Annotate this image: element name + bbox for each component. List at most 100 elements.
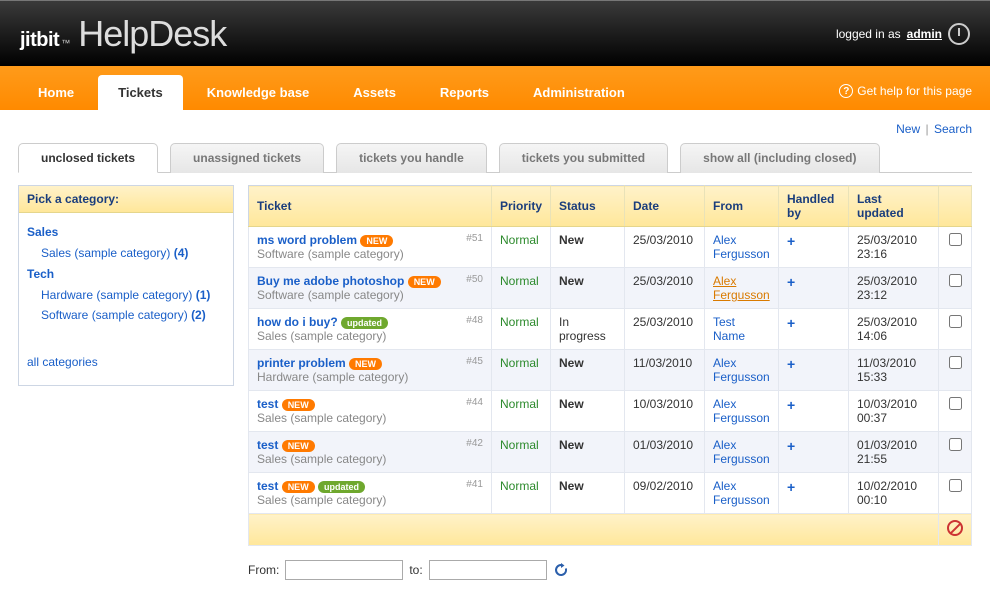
ticket-category: Sales (sample category) [257,493,386,507]
subtab-tickets-you-handle[interactable]: tickets you handle [336,143,487,173]
last-updated: 11/03/201015:33 [849,350,939,391]
brand: jitbit™ HelpDesk [20,13,226,55]
login-user-link[interactable]: admin [907,27,942,41]
subcategory[interactable]: Hardware (sample category) (1) [27,285,225,305]
main-tab-knowledge-base[interactable]: Knowledge base [187,75,330,110]
date: 09/02/2010 [625,473,705,514]
subcategory[interactable]: Sales (sample category) (4) [27,243,225,263]
priority: Normal [500,233,539,247]
col-priority[interactable]: Priority [491,186,550,227]
tickets-table: Ticket Priority Status Date From Handled… [248,185,972,546]
logout-icon[interactable] [948,23,970,45]
login-area: logged in as admin [836,23,970,45]
priority: Normal [500,397,539,411]
new-link[interactable]: New [896,122,920,136]
date: 11/03/2010 [625,350,705,391]
main-tab-assets[interactable]: Assets [333,75,416,110]
date-to-input[interactable] [429,560,547,580]
col-updated[interactable]: Last updated [849,186,939,227]
ticket-title-link[interactable]: test [257,397,278,411]
assign-button[interactable]: + [787,438,795,454]
ticket-title-link[interactable]: test [257,438,278,452]
help-label: Get help for this page [857,84,972,98]
subtab-show-all-including-closed-[interactable]: show all (including closed) [680,143,879,173]
ticket-category: Software (sample category) [257,288,404,302]
priority: Normal [500,356,539,370]
date-filter: From: to: [248,560,972,580]
ticket-category: Sales (sample category) [257,329,386,343]
from-link[interactable]: Test Name [713,315,745,343]
search-link[interactable]: Search [934,122,972,136]
help-link[interactable]: ? Get help for this page [839,84,972,110]
ticket-id: #48 [466,315,483,326]
top-links: New | Search [18,118,972,142]
ticket-id: #41 [466,479,483,490]
table-row: #51ms word problem NEWSoftware (sample c… [249,227,972,268]
table-row: #42test NEWSales (sample category)Normal… [249,432,972,473]
ticket-title-link[interactable]: how do i buy? [257,315,338,329]
tickets-table-wrap: Ticket Priority Status Date From Handled… [248,185,972,580]
category-sales[interactable]: Sales [27,221,225,243]
date: 01/03/2010 [625,432,705,473]
date: 25/03/2010 [625,227,705,268]
col-handled[interactable]: Handled by [779,186,849,227]
col-status[interactable]: Status [551,186,625,227]
forbid-icon[interactable] [947,520,963,536]
from-link[interactable]: Alex Fergusson [713,274,770,302]
subtab-unassigned-tickets[interactable]: unassigned tickets [170,143,324,173]
subtabs: unclosed tickets unassigned tickets ticket… [18,142,972,173]
assign-button[interactable]: + [787,315,795,331]
ticket-title-link[interactable]: Buy me adobe photoshop [257,274,404,288]
assign-button[interactable]: + [787,397,795,413]
ticket-title-link[interactable]: printer problem [257,356,346,370]
category-tech[interactable]: Tech [27,263,225,285]
from-link[interactable]: Alex Fergusson [713,233,770,261]
col-ticket[interactable]: Ticket [249,186,492,227]
app-header: jitbit™ HelpDesk logged in as admin [0,0,990,66]
assign-button[interactable]: + [787,233,795,249]
login-prefix: logged in as [836,27,901,41]
col-check [939,186,972,227]
row-checkbox[interactable] [949,438,962,451]
last-updated: 25/03/201014:06 [849,309,939,350]
assign-button[interactable]: + [787,479,795,495]
ticket-title-link[interactable]: ms word problem [257,233,357,247]
all-categories-link[interactable]: all categories [27,325,225,375]
ticket-title-link[interactable]: test [257,479,278,493]
row-checkbox[interactable] [949,479,962,492]
assign-button[interactable]: + [787,274,795,290]
status: New [559,397,584,411]
refresh-icon[interactable] [553,562,569,578]
subtab-tickets-you-submitted[interactable]: tickets you submitted [499,143,668,173]
row-checkbox[interactable] [949,397,962,410]
row-checkbox[interactable] [949,315,962,328]
row-checkbox[interactable] [949,233,962,246]
date-to-label: to: [409,563,422,577]
main-navbar: HomeTicketsKnowledge baseAssetsReportsAd… [0,66,990,110]
from-link[interactable]: Alex Fergusson [713,438,770,466]
main-tab-tickets[interactable]: Tickets [98,75,183,110]
table-row: #50Buy me adobe photoshop NEWSoftware (s… [249,268,972,309]
table-footer-row [249,514,972,546]
last-updated: 10/03/201000:37 [849,391,939,432]
main-tab-reports[interactable]: Reports [420,75,509,110]
from-link[interactable]: Alex Fergusson [713,479,770,507]
date-from-label: From: [248,563,279,577]
main-tab-home[interactable]: Home [18,75,94,110]
from-link[interactable]: Alex Fergusson [713,397,770,425]
subcategory[interactable]: Software (sample category) (2) [27,305,225,325]
main-tab-administration[interactable]: Administration [513,75,645,110]
ticket-category: Sales (sample category) [257,411,386,425]
last-updated: 01/03/201021:55 [849,432,939,473]
ticket-id: #51 [466,233,483,244]
ticket-id: #44 [466,397,483,408]
row-checkbox[interactable] [949,356,962,369]
from-link[interactable]: Alex Fergusson [713,356,770,384]
subtab-unclosed-tickets[interactable]: unclosed tickets [18,143,158,173]
col-date[interactable]: Date [625,186,705,227]
date-from-input[interactable] [285,560,403,580]
status: New [559,438,584,452]
row-checkbox[interactable] [949,274,962,287]
col-from[interactable]: From [705,186,779,227]
assign-button[interactable]: + [787,356,795,372]
